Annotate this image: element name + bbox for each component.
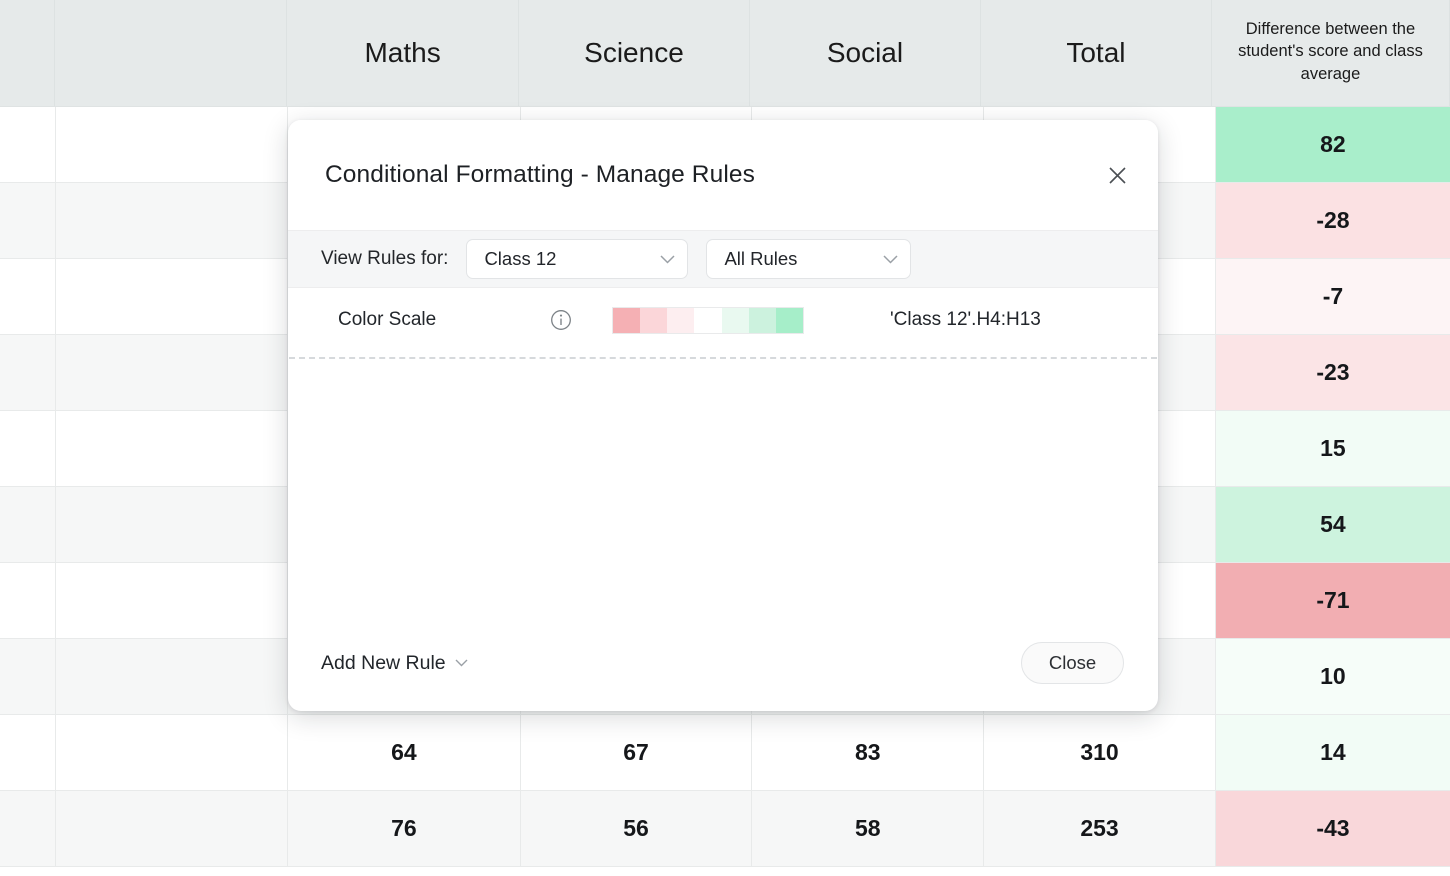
info-icon[interactable] [548,307,574,333]
cell-difference[interactable]: 54 [1215,487,1450,562]
dialog-body: Color Scale 'Class 12'.H4:H13 [288,288,1158,615]
dialog-toolbar: View Rules for: Class 12 All Rules [288,230,1158,288]
cell-name[interactable] [56,183,289,258]
cell-difference[interactable]: 14 [1215,715,1450,790]
color-scale-band [775,307,803,333]
cell-science[interactable]: 67 [521,715,753,790]
table-row[interactable]: 76 56 58 253 -43 [0,791,1450,867]
chevron-down-icon [883,254,898,264]
cell-difference[interactable]: 10 [1215,639,1450,714]
header-cell-difference[interactable]: Difference between the student's score a… [1212,0,1450,106]
cell-difference[interactable]: -7 [1215,259,1450,334]
spreadsheet-app: Maths Science Social Total Difference be… [0,0,1450,876]
color-scale-band [640,307,668,333]
cell-name[interactable] [56,791,289,866]
chevron-down-icon [455,659,468,667]
header-cell-name [55,0,288,106]
conditional-formatting-dialog: Conditional Formatting - Manage Rules Vi… [288,120,1158,711]
cell-rownum[interactable] [0,487,56,562]
dialog-header: Conditional Formatting - Manage Rules [288,120,1158,230]
rule-filter-select-value: All Rules [724,248,798,269]
add-new-rule-label: Add New Rule [321,651,446,674]
cell-difference[interactable]: -71 [1215,563,1450,638]
cell-rownum[interactable] [0,411,56,486]
rule-list-item[interactable]: Color Scale 'Class 12'.H4:H13 [288,288,1158,352]
rule-filter-select[interactable]: All Rules [706,239,912,279]
cell-rownum[interactable] [0,107,56,182]
cell-rownum[interactable] [0,639,56,714]
color-scale-band [748,307,776,333]
dialog-footer: Add New Rule Close [288,615,1158,711]
cell-rownum[interactable] [0,715,56,790]
cell-name[interactable] [56,487,289,562]
cell-name[interactable] [56,715,289,790]
cell-maths[interactable]: 76 [288,791,521,866]
cell-name[interactable] [56,107,289,182]
cell-name[interactable] [56,335,289,410]
header-cell-maths[interactable]: Maths [287,0,519,106]
cell-name[interactable] [56,639,289,714]
cell-total[interactable]: 310 [984,715,1216,790]
scope-select[interactable]: Class 12 [466,239,689,279]
cell-social[interactable]: 83 [752,715,985,790]
scope-select-value: Class 12 [484,248,557,269]
header-cell-total[interactable]: Total [981,0,1212,106]
cell-name[interactable] [56,563,289,638]
cell-difference[interactable]: -23 [1215,335,1450,410]
cell-difference[interactable]: -28 [1215,183,1450,258]
header-cell-rownum [0,0,56,106]
cell-social[interactable]: 58 [752,791,985,866]
cell-science[interactable]: 56 [521,791,753,866]
cell-rownum[interactable] [0,335,56,410]
color-scale-band [721,307,749,333]
color-scale-band [694,307,722,333]
cell-rownum[interactable] [0,183,56,258]
close-button[interactable]: Close [1021,642,1124,684]
dialog-title: Conditional Formatting - Manage Rules [325,161,755,188]
header-cell-science[interactable]: Science [519,0,750,106]
cell-maths[interactable]: 64 [288,715,521,790]
color-scale-band [667,307,695,333]
add-new-rule-button[interactable]: Add New Rule [321,652,468,675]
cell-difference[interactable]: 82 [1215,107,1450,182]
cell-name[interactable] [56,411,289,486]
header-cell-social[interactable]: Social [750,0,981,106]
cell-difference[interactable]: 15 [1215,411,1450,486]
close-icon[interactable] [1100,158,1134,192]
cell-total[interactable]: 253 [984,791,1216,866]
cell-rownum[interactable] [0,259,56,334]
chevron-down-icon [660,254,675,264]
rule-range-label: 'Class 12'.H4:H13 [890,309,1041,330]
cell-rownum[interactable] [0,791,56,866]
rule-list-divider [289,357,1157,359]
cell-rownum[interactable] [0,563,56,638]
column-header-row: Maths Science Social Total Difference be… [0,0,1450,107]
cell-difference[interactable]: -43 [1215,791,1450,866]
color-scale-band [613,307,641,333]
color-scale-preview[interactable] [612,306,804,334]
rule-type-label: Color Scale [338,309,437,330]
table-row[interactable]: 64 67 83 310 14 [0,715,1450,791]
cell-name[interactable] [56,259,289,334]
view-rules-for-label: View Rules for: [321,248,449,269]
